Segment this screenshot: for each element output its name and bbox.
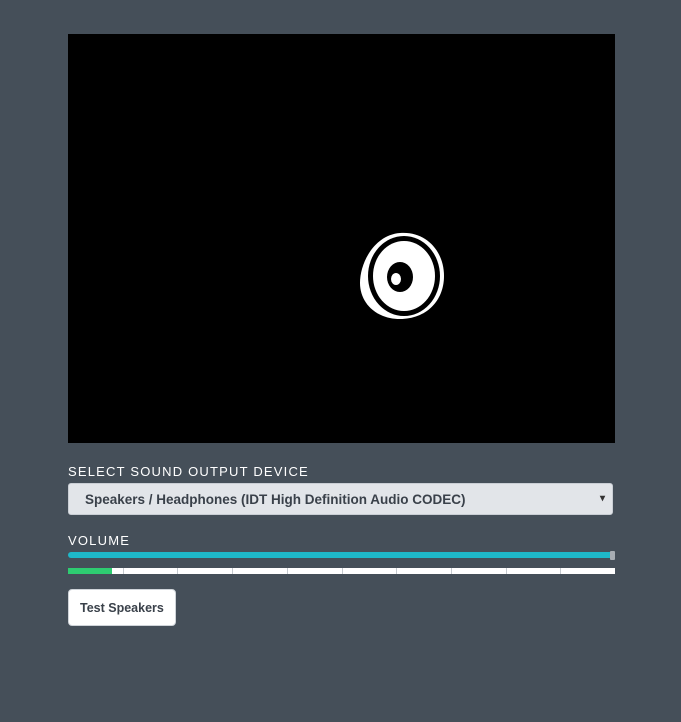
volume-slider[interactable] <box>68 551 615 560</box>
level-meter-tick <box>506 568 507 574</box>
level-meter-tick <box>396 568 397 574</box>
chevron-down-icon: ▾ <box>599 493 605 504</box>
volume-slider-handle[interactable] <box>610 551 615 560</box>
audio-level-meter <box>68 568 615 574</box>
speaker-settings-panel: SELECT SOUND OUTPUT DEVICE Speakers / He… <box>68 34 615 626</box>
test-speakers-button[interactable]: Test Speakers <box>68 589 176 626</box>
level-meter-tick <box>451 568 452 574</box>
level-meter-tick <box>287 568 288 574</box>
audio-level-fill <box>68 568 112 574</box>
level-meter-tick <box>123 568 124 574</box>
speaker-preview <box>68 34 615 443</box>
volume-slider-track <box>68 552 615 558</box>
volume-section-label: VOLUME <box>68 533 131 548</box>
selected-device-text: Speakers / Headphones (IDT High Definiti… <box>85 491 466 507</box>
device-section-label: SELECT SOUND OUTPUT DEVICE <box>68 464 309 479</box>
output-device-select[interactable]: Speakers / Headphones (IDT High Definiti… <box>68 483 613 515</box>
level-meter-tick <box>342 568 343 574</box>
level-meter-tick <box>560 568 561 574</box>
speaker-icon <box>360 232 444 319</box>
level-meter-tick <box>177 568 178 574</box>
level-meter-tick <box>232 568 233 574</box>
